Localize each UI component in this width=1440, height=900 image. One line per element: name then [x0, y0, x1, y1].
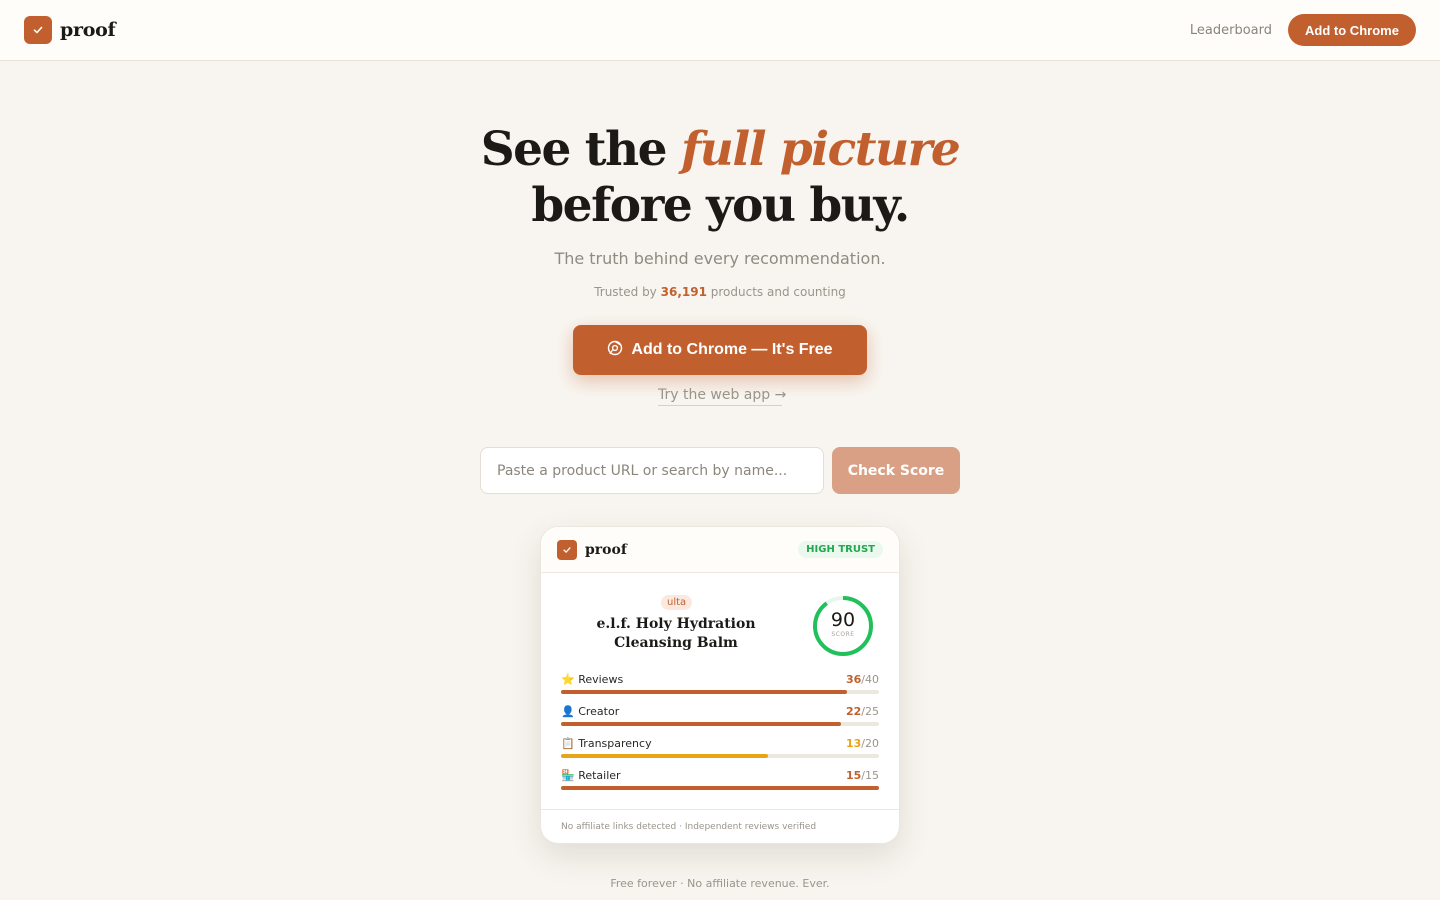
- nav-actions: Leaderboard Add to Chrome: [1190, 14, 1416, 46]
- add-to-chrome-hero-button[interactable]: Add to Chrome — It's Free: [573, 325, 867, 375]
- card-header: proof HIGH TRUST: [541, 527, 899, 573]
- score-preview-card: proof HIGH TRUST ulta e.l.f. Holy Hydrat…: [540, 526, 900, 844]
- footer-note: Free forever · No affiliate revenue. Eve…: [610, 877, 830, 890]
- chrome-icon: [607, 340, 623, 361]
- product-summary: ulta e.l.f. Holy Hydration Cleansing Bal…: [541, 573, 899, 673]
- metric-score: 22/25: [845, 705, 879, 718]
- hero-title-line2: before you buy.: [531, 178, 910, 233]
- metric-bar-fill: [561, 690, 848, 694]
- cta-label: Add to Chrome — It's Free: [631, 341, 833, 358]
- brand-name: proof: [60, 19, 116, 41]
- metric-row: 👤 Creator 22/25: [561, 705, 879, 737]
- check-logo-icon: [24, 16, 52, 44]
- metric-bar-track: [561, 722, 879, 726]
- card-brand-name: proof: [585, 541, 627, 558]
- hero-title: See the full picture before you buy.: [0, 122, 1440, 234]
- product-name-line1: e.l.f. Holy Hydration: [596, 616, 756, 632]
- trusted-prefix: Trusted by: [594, 285, 657, 299]
- web-app-link[interactable]: Try the web app →: [658, 387, 786, 406]
- metric-score: 15/15: [845, 769, 879, 782]
- person-icon: 👤: [561, 705, 575, 718]
- check-score-button[interactable]: Check Score: [832, 447, 960, 494]
- hero-title-accent: full picture: [680, 122, 961, 177]
- brand[interactable]: proof: [24, 16, 116, 44]
- check-logo-icon: [557, 539, 577, 560]
- metric-bar-fill: [561, 722, 841, 726]
- metric-label: 🏪 Retailer: [561, 769, 621, 782]
- product-search-input[interactable]: [480, 447, 824, 494]
- clipboard-icon: 📋: [561, 737, 575, 750]
- trusted-line: Trusted by 36,191 products and counting: [0, 285, 1440, 299]
- metric-bar-track: [561, 786, 879, 790]
- hero-subtitle: The truth behind every recommendation.: [554, 249, 886, 268]
- metric-score: 36/40: [845, 673, 879, 686]
- trusted-suffix: products and counting: [710, 285, 846, 299]
- metric-label: 👤 Creator: [561, 705, 620, 718]
- metric-score: 13/20: [845, 737, 879, 750]
- top-nav: proof Leaderboard Add to Chrome: [0, 0, 1440, 61]
- metric-bar-track: [561, 690, 879, 694]
- metric-bar-track: [561, 754, 879, 758]
- score-label: SCORE: [831, 631, 855, 638]
- card-footer-note: No affiliate links detected · Independen…: [541, 809, 899, 843]
- trust-badge: HIGH TRUST: [798, 541, 883, 558]
- metric-bar-fill: [561, 786, 879, 790]
- metrics-list: ⭐ Reviews 36/40 👤 Creator 22/25 📋 Transp…: [541, 673, 899, 801]
- metric-bar-fill: [561, 754, 768, 758]
- add-to-chrome-nav-button[interactable]: Add to Chrome: [1288, 14, 1416, 46]
- leaderboard-link[interactable]: Leaderboard: [1190, 23, 1272, 38]
- trusted-count: 36,191: [660, 285, 707, 299]
- star-icon: ⭐: [561, 673, 575, 686]
- product-name: e.l.f. Holy Hydration Cleansing Balm: [581, 615, 771, 653]
- metric-row: 📋 Transparency 13/20: [561, 737, 879, 769]
- store-icon: 🏪: [561, 769, 575, 782]
- metric-row: ⭐ Reviews 36/40: [561, 673, 879, 705]
- product-name-line2: Cleansing Balm: [614, 635, 738, 651]
- metric-label: 📋 Transparency: [561, 737, 652, 750]
- metric-label: ⭐ Reviews: [561, 673, 624, 686]
- card-brand: proof: [557, 539, 627, 560]
- hero-title-prefix: See the: [480, 122, 668, 177]
- retailer-tag: ulta: [661, 595, 693, 610]
- metric-row: 🏪 Retailer 15/15: [561, 769, 879, 801]
- score-value: 90: [830, 609, 856, 631]
